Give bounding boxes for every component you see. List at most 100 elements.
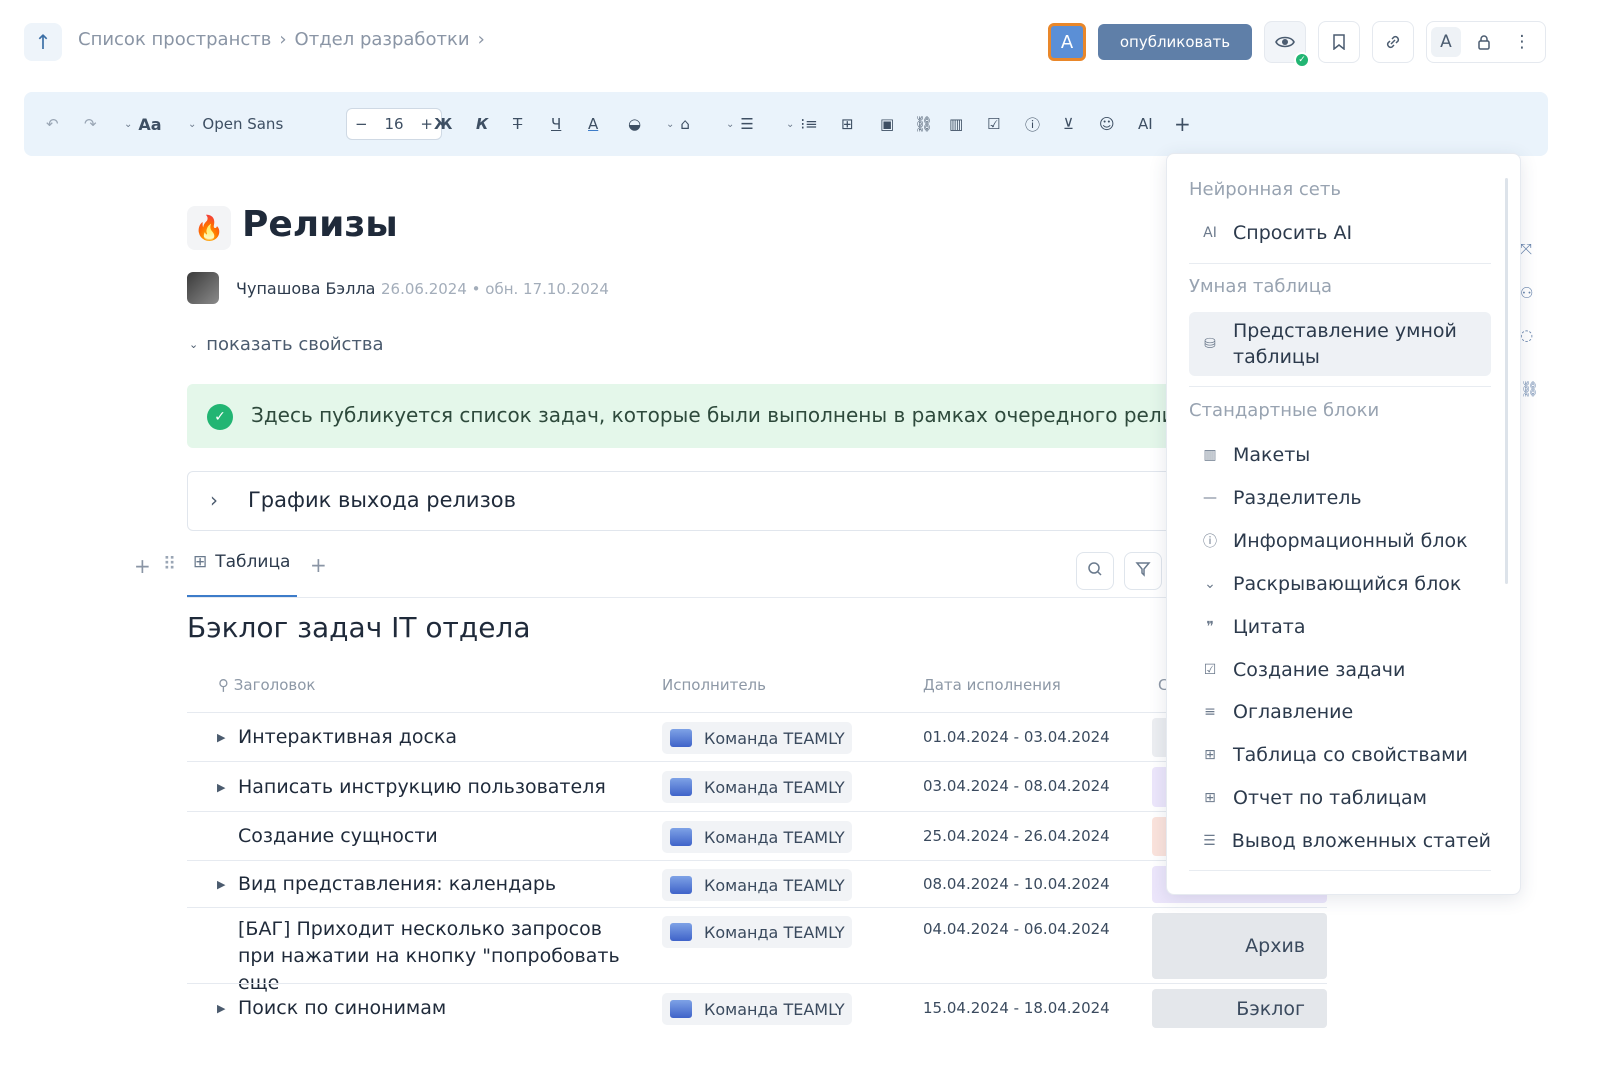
status-badge[interactable]: Архив <box>1152 913 1327 979</box>
font-size-value[interactable]: 16 <box>384 115 403 133</box>
show-properties-toggle[interactable]: ⌄ показать свойства <box>189 334 384 355</box>
page-title[interactable]: Релизы <box>242 204 398 245</box>
menu-item-standard-block[interactable]: ☰ Вывод вложенных статей <box>1189 823 1491 859</box>
table-row[interactable]: ▶ Интерактивная доска Команда TEAMLY 01.04.… <box>187 712 1327 761</box>
table-row[interactable]: ▶ Вид представления: календарь Команда TEA… <box>187 860 1327 907</box>
menu-item-standard-block[interactable]: — Разделитель <box>1189 480 1491 516</box>
row-title[interactable]: Вид представления: календарь <box>238 871 556 898</box>
underline-button[interactable]: Ч <box>551 112 561 136</box>
executor-chip[interactable]: Команда TEAMLY <box>662 722 852 754</box>
status-badge[interactable]: Бэклог <box>1152 989 1327 1028</box>
table-icon[interactable]: ⊞ <box>841 112 854 136</box>
format-painter-dropdown[interactable]: ⌄ ⌂ <box>666 112 690 136</box>
executor-chip[interactable]: Команда TEAMLY <box>662 993 852 1025</box>
due-date[interactable]: 04.04.2024 - 06.04.2024 <box>923 920 1110 938</box>
task-icon[interactable]: ☑ <box>987 112 1000 136</box>
table-row[interactable]: [БАГ] Приходит несколько запросов при на… <box>187 907 1327 994</box>
comment-icon[interactable]: ◌ <box>1520 326 1533 344</box>
breadcrumb-item-department[interactable]: Отдел разработки <box>295 29 470 50</box>
publish-button[interactable]: опубликовать <box>1098 24 1252 60</box>
more-vertical-icon[interactable]: ⋮ <box>1503 22 1541 62</box>
menu-item-standard-block[interactable]: ≡ Оглавление <box>1189 694 1491 730</box>
executor-chip[interactable]: Команда TEAMLY <box>662 869 852 901</box>
expand-row-icon[interactable]: ▶ <box>217 1002 225 1015</box>
column-header-title[interactable]: ⚲ Заголовок <box>218 676 316 694</box>
increase-font-button[interactable]: + <box>420 115 433 133</box>
menu-item-smart-table-view[interactable]: ⛁ Представление умной таблицы <box>1189 312 1491 376</box>
collapse-icon[interactable]: ⤧ <box>1520 240 1532 258</box>
page-emoji[interactable]: 🔥 <box>187 206 231 250</box>
image-icon[interactable]: ▣ <box>880 112 894 136</box>
executor-chip[interactable]: Команда TEAMLY <box>662 821 852 853</box>
due-date[interactable]: 25.04.2024 - 26.04.2024 <box>923 827 1110 845</box>
expand-row-icon[interactable]: ▶ <box>217 731 225 744</box>
due-date[interactable]: 01.04.2024 - 03.04.2024 <box>923 728 1110 746</box>
copy-link-button[interactable] <box>1372 21 1414 63</box>
font-size-stepper[interactable]: − 16 + <box>346 108 442 140</box>
info-block-icon[interactable]: ⓘ <box>1025 112 1040 136</box>
table-search-button[interactable] <box>1076 552 1114 590</box>
table-row[interactable]: ▶ Поиск по синонимам Команда TEAMLY 15.04.2… <box>187 983 1327 1032</box>
insert-block-button[interactable]: + <box>1174 112 1191 136</box>
highlight-color-icon[interactable]: ◒ <box>628 112 641 136</box>
ai-button[interactable]: AI <box>1138 112 1153 136</box>
menu-scrollbar[interactable] <box>1505 178 1508 584</box>
menu-item-standard-block[interactable]: ⓘ Информационный блок <box>1189 523 1491 559</box>
align-dropdown[interactable]: ⌄ ☰ <box>726 112 754 136</box>
due-date[interactable]: 08.04.2024 - 10.04.2024 <box>923 875 1110 893</box>
bold-button[interactable]: Ж <box>434 112 452 136</box>
menu-item-standard-block[interactable]: ❞ Цитата <box>1189 609 1491 645</box>
text-style-dropdown[interactable]: ⌄ Aa <box>124 112 162 136</box>
redo-icon[interactable]: ↷ <box>84 112 97 136</box>
row-title[interactable]: Поиск по синонимам <box>238 995 446 1022</box>
users-icon[interactable]: ⚇ <box>1520 284 1533 302</box>
lock-icon[interactable] <box>1465 22 1503 62</box>
add-view-button[interactable]: + <box>310 553 327 577</box>
link-icon[interactable]: ⛓ <box>1520 380 1539 398</box>
bookmark-button[interactable] <box>1318 21 1360 63</box>
menu-item-standard-block[interactable]: ⊞ Отчет по таблицам <box>1189 780 1491 816</box>
menu-item-standard-block[interactable]: ☑ Создание задачи <box>1189 652 1491 688</box>
italic-button[interactable]: К <box>476 112 488 136</box>
font-family-dropdown[interactable]: ⌄ Open Sans <box>188 112 283 136</box>
undo-icon[interactable]: ↶ <box>46 112 59 136</box>
font-letter-icon[interactable]: A <box>1431 27 1461 57</box>
author-name[interactable]: Чупашова Бэлла <box>236 279 375 298</box>
executor-chip[interactable]: Команда TEAMLY <box>662 916 852 948</box>
emoji-icon[interactable]: ☺ <box>1099 112 1115 136</box>
up-arrow-button[interactable]: ↑ <box>24 23 62 61</box>
row-title[interactable]: Интерактивная доска <box>238 724 457 751</box>
table-title[interactable]: Бэклог задач IT отдела <box>187 611 530 644</box>
due-date[interactable]: 15.04.2024 - 18.04.2024 <box>923 999 1110 1017</box>
breadcrumb-item-spaces[interactable]: Список пространств <box>78 29 271 50</box>
expandable-block[interactable]: › График выхода релизов <box>187 471 1177 531</box>
row-title[interactable]: Создание сущности <box>238 823 438 850</box>
executor-chip[interactable]: Команда TEAMLY <box>662 771 852 803</box>
table-row[interactable]: ▶ Написать инструкцию пользователя Команда… <box>187 761 1327 811</box>
list-dropdown[interactable]: ⌄ ⁝≡ <box>786 112 818 136</box>
column-header-date[interactable]: Дата исполнения <box>923 676 1061 694</box>
text-style-label: Aa <box>138 114 162 134</box>
chevron-down-icon: ⌄ <box>188 118 197 130</box>
menu-item-standard-block[interactable]: ⌄ Раскрывающийся блок <box>1189 566 1491 602</box>
tab-table[interactable]: ⊞ Таблица <box>193 552 290 572</box>
menu-item-ask-ai[interactable]: AI Спросить AI <box>1189 215 1491 251</box>
row-title[interactable]: Написать инструкцию пользователя <box>238 774 606 801</box>
add-block-icon[interactable]: + <box>134 554 151 578</box>
column-header-executor[interactable]: Исполнитель <box>662 676 766 694</box>
decrease-font-button[interactable]: − <box>355 115 368 133</box>
drag-handle-icon[interactable]: ⠿ <box>163 554 176 575</box>
link-icon[interactable]: ⛓ <box>914 112 933 136</box>
due-date[interactable]: 03.04.2024 - 08.04.2024 <box>923 777 1110 795</box>
menu-item-standard-block[interactable]: ⊞ Таблица со свойствами <box>1189 737 1491 773</box>
text-color-button[interactable]: A <box>588 112 598 136</box>
user-avatar[interactable]: A <box>1048 23 1086 61</box>
menu-item-standard-block[interactable]: ▥ Макеты <box>1189 437 1491 473</box>
expand-block-icon[interactable]: ⊻ <box>1063 112 1074 136</box>
table-row[interactable]: Создание сущности Команда TEAMLY 25.04.202… <box>187 811 1327 860</box>
strikethrough-button[interactable]: Т <box>513 112 522 136</box>
table-filter-button[interactable] <box>1124 552 1162 590</box>
expand-row-icon[interactable]: ▶ <box>217 878 225 891</box>
columns-icon[interactable]: ▥ <box>949 112 963 136</box>
expand-row-icon[interactable]: ▶ <box>217 781 225 794</box>
